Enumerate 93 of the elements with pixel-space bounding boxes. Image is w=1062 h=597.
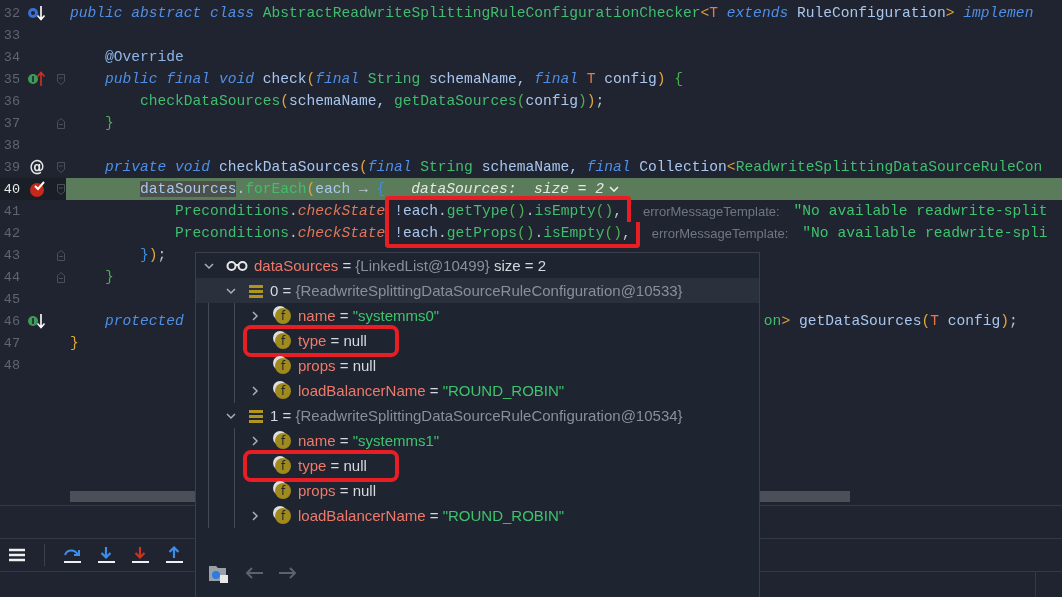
code-text: dataSources.forEach(each → { [139, 181, 386, 197]
code-text: Preconditions.checkState [174, 203, 386, 219]
step-out-icon[interactable] [165, 546, 183, 564]
circle-down-arrow-icon[interactable] [27, 4, 47, 22]
variable-text: loadBalancerName = "ROUND_ROBIN" [298, 382, 565, 399]
line-number: 37 [2, 115, 20, 131]
parameter-hint: errorMessageTemplate: [643, 203, 780, 219]
chevron-right-icon[interactable] [249, 309, 261, 322]
code-text: } [70, 335, 79, 351]
code-text: checkDataSources(schemaName, getDataSources(config)); [139, 93, 605, 109]
code-text: "No available readwrite-spli [802, 225, 1048, 241]
fold-marker-icon[interactable] [56, 270, 66, 284]
chevron-right-icon[interactable] [249, 384, 261, 397]
variable-text: props = null [298, 482, 376, 499]
line-number: 47 [2, 335, 20, 351]
line-number: 42 [2, 225, 20, 241]
list-icon [248, 282, 264, 299]
step-into-icon[interactable] [97, 546, 115, 564]
variable-row[interactable]: f name = "systemms0" [249, 303, 759, 328]
variable-text: name = "systemms1" [298, 432, 440, 449]
circle-up-arrow-icon[interactable] [27, 70, 47, 88]
variable-row[interactable]: f props = null [249, 353, 759, 378]
chevron-right-icon[interactable] [249, 434, 261, 447]
variable-text: loadBalancerName = "ROUND_ROBIN" [298, 507, 565, 524]
variable-text: props = null [298, 357, 376, 374]
line-number: 33 [2, 27, 20, 43]
field-badge: f [275, 432, 291, 449]
variable-text: 1 = {ReadwriteSplittingDataSourceRuleConfiguration@10534} [270, 407, 683, 424]
arrow-right-icon[interactable] [278, 566, 298, 580]
code-text: } [104, 115, 114, 131]
line-number: 39 [2, 159, 20, 175]
variable-row[interactable]: 1 = {ReadwriteSplittingDataSourceRuleConfiguration@10534} [225, 403, 759, 428]
circle-down-arrow-icon[interactable] [27, 312, 47, 330]
code-text: !each.getProps().isEmpty(), [385, 222, 640, 248]
code-text: }); [139, 247, 167, 263]
code-text: @Override [104, 49, 184, 65]
variable-row[interactable]: f loadBalancerName = "ROUND_ROBIN" [249, 378, 759, 403]
code-text: private void checkDataSources(final String schemaName, final Collection<ReadwriteSplittingDataSourceRuleCon [104, 159, 1043, 175]
variable-text: dataSources = {LinkedList@10499} size = 2 [254, 257, 547, 274]
variable-text: type = null [298, 457, 367, 474]
chevron-down-icon[interactable] [608, 184, 620, 194]
variable-row[interactable]: f loadBalancerName = "ROUND_ROBIN" [249, 503, 759, 528]
chevron-right-icon[interactable] [249, 509, 261, 522]
variable-row[interactable]: f props = null [249, 478, 759, 503]
list-icon [248, 407, 264, 424]
line-number: 45 [2, 291, 20, 307]
gutter-marker[interactable]: @ [29, 158, 45, 176]
variable-text: 0 = {ReadwriteSplittingDataSourceRuleConfiguration@10533} [270, 282, 683, 299]
breakpoint-icon[interactable] [27, 180, 47, 198]
code-text: Preconditions.checkState [174, 225, 386, 241]
code-text: !each.getType().isEmpty(), [385, 196, 632, 222]
line-number: 40 [2, 181, 20, 197]
line-number: 48 [2, 357, 20, 373]
fold-marker-icon[interactable] [56, 182, 66, 196]
menu-icon[interactable] [8, 546, 26, 564]
parameter-hint: errorMessageTemplate: [651, 225, 789, 241]
line-number: 35 [2, 71, 20, 87]
force-step-into-icon[interactable] [131, 546, 149, 564]
line-number: 46 [2, 313, 20, 329]
fold-marker-icon[interactable] [56, 248, 66, 262]
folder-icon[interactable] [208, 563, 230, 583]
field-badge: f [275, 357, 291, 374]
variable-row[interactable]: f name = "systemms1" [249, 428, 759, 453]
variable-text: name = "systemms0" [298, 307, 440, 324]
code-text: public abstract class AbstractReadwriteSplittingRuleConfigurationChecker<T extends RuleConfiguration> implemen [70, 5, 1034, 21]
code-text: public final void check(final String schemaName, final T config) { [104, 71, 684, 87]
line-number: 32 [2, 5, 20, 21]
fold-marker-icon[interactable] [56, 160, 66, 174]
field-badge: f [275, 332, 291, 349]
line-number: 36 [2, 93, 20, 109]
variable-row[interactable]: f type = null [249, 328, 759, 353]
fold-marker-icon[interactable] [56, 72, 66, 86]
inline-debug-value: dataSources: size = 2 [411, 181, 604, 197]
field-badge: f [275, 307, 291, 324]
line-number: 38 [2, 137, 20, 153]
line-number: 41 [2, 203, 20, 219]
arrow-left-icon[interactable] [244, 566, 264, 580]
code-text: on> getDataSources(T config); [763, 313, 1018, 329]
field-badge: f [275, 457, 291, 474]
field-badge: f [275, 507, 291, 524]
field-badge: f [275, 382, 291, 399]
field-badge: f [275, 482, 291, 499]
code-text: protected [104, 313, 184, 329]
glasses-icon [226, 259, 248, 272]
fold-marker-icon[interactable] [56, 116, 66, 130]
variable-text: type = null [298, 332, 367, 349]
line-number: 44 [2, 269, 20, 285]
variable-row[interactable]: f type = null [249, 453, 759, 478]
code-text: } [104, 269, 114, 285]
line-number: 43 [2, 247, 20, 263]
line-number: 34 [2, 49, 20, 65]
variable-row[interactable]: dataSources = {LinkedList@10499} size = 2 [196, 253, 759, 278]
code-text: "No available readwrite-split [793, 203, 1048, 219]
